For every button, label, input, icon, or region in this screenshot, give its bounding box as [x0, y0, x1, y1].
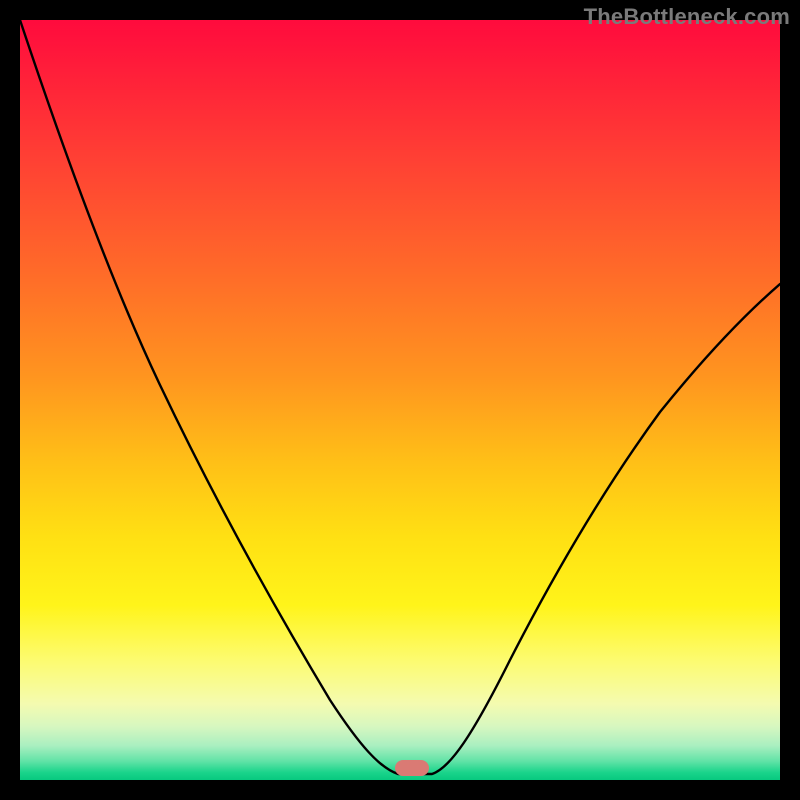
watermark-label: TheBottleneck.com — [584, 4, 790, 30]
bottleneck-curve — [20, 20, 780, 780]
optimal-marker — [395, 760, 429, 776]
chart-frame: TheBottleneck.com — [0, 0, 800, 800]
curve-path — [20, 20, 780, 774]
plot-area — [20, 20, 780, 780]
